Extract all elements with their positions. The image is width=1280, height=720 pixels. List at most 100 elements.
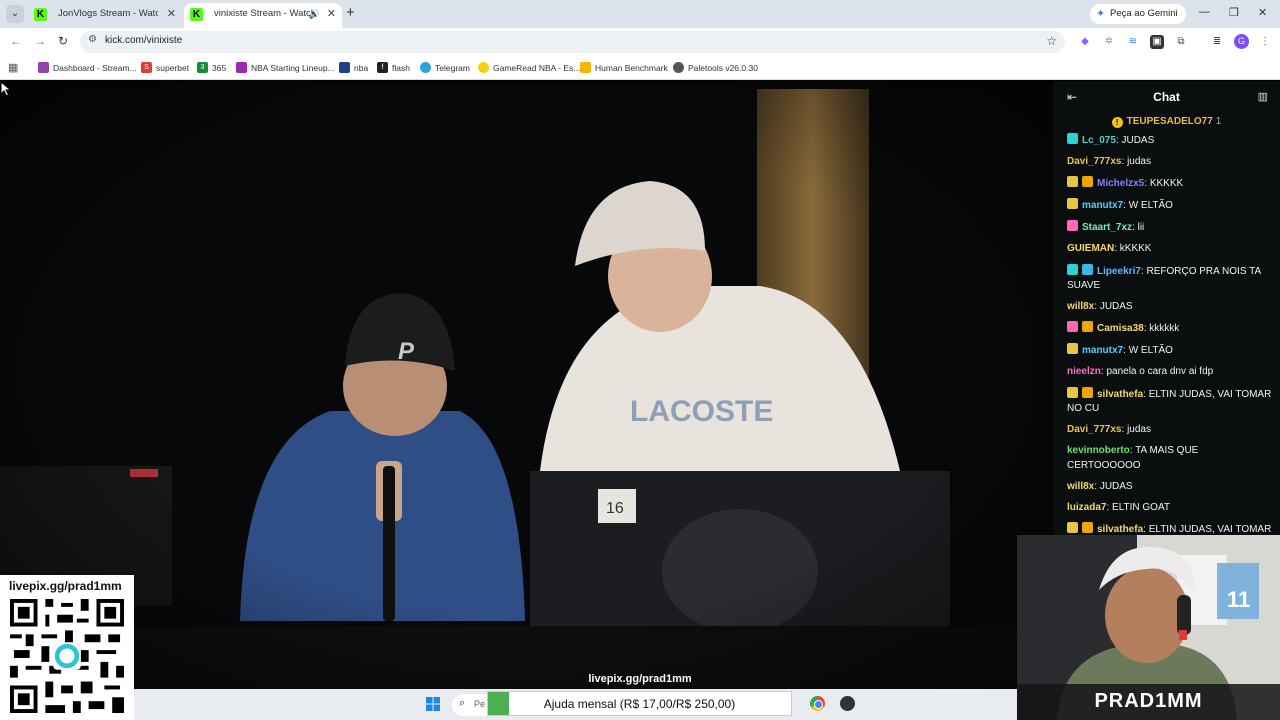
extension-box-icon[interactable]: ▣ (1150, 35, 1164, 49)
og-badge-icon[interactable] (1082, 263, 1093, 275)
chat-username[interactable]: silvathefa (1097, 524, 1143, 535)
chat-username[interactable]: Staart_7xz (1082, 222, 1132, 233)
pinned-gifter[interactable]: ! TEUPESADELO77 1 (1053, 116, 1280, 128)
chat-username[interactable]: Lc_075 (1082, 135, 1116, 146)
founder-badge-icon[interactable] (1067, 220, 1078, 232)
chat-text: W ELTÃO (1128, 345, 1173, 357)
chat-message: manutx7: W ELTÃO (1067, 343, 1273, 359)
close-icon[interactable]: ✕ (327, 3, 336, 25)
chat-username[interactable]: Camisa38 (1097, 323, 1144, 334)
profile-avatar[interactable]: G (1234, 34, 1249, 49)
bookmark-365[interactable]: 3 365 (197, 60, 226, 76)
tab-jonvlogs[interactable]: K JonVlogs Stream - Watch Live on Kick ✕ (28, 3, 182, 28)
gemini-button[interactable]: ✦ Peça ao Gemini (1090, 4, 1186, 24)
speaker-icon[interactable]: 🔊 (309, 3, 320, 25)
reload-icon[interactable]: ↻ (58, 34, 68, 48)
bookmark-superbet[interactable]: Ssuperbet (141, 60, 189, 76)
extension-wave-icon[interactable]: ≋ (1126, 35, 1140, 49)
bookmark-paletools[interactable]: Paletools v26.0.30 (673, 60, 758, 76)
bookmark-favicon-icon (38, 62, 49, 73)
back-icon[interactable]: ← (10, 34, 22, 48)
chat-users-icon[interactable]: ▥ (1258, 90, 1268, 103)
chat-username[interactable]: Davi_777xs (1067, 424, 1122, 435)
bookmark-label: superbet (156, 63, 190, 73)
chat-text: kkkkkk (1149, 323, 1180, 335)
crown-badge-icon[interactable] (1082, 522, 1093, 533)
chat-username[interactable]: silvathefa (1097, 389, 1143, 400)
qr-code-icon[interactable] (10, 599, 124, 713)
bookmark-nba-lineup[interactable]: NBA Starting Lineup... (236, 60, 335, 76)
close-icon[interactable]: ✕ (167, 3, 176, 25)
chat-username[interactable]: kevinnoberto (1067, 445, 1130, 456)
crown-badge-icon[interactable] (1082, 386, 1093, 398)
bookmark-favicon-icon (673, 62, 684, 73)
bookmark-label: flash (392, 63, 410, 73)
taskbar-search-placeholder: Pe (474, 699, 486, 709)
chat-username[interactable]: luizada7 (1067, 502, 1106, 513)
new-tab-button[interactable]: + (346, 4, 355, 21)
chat-text: panela o cara dnv ai fdp (1106, 366, 1214, 378)
subscriber-badge-icon[interactable] (1067, 198, 1078, 210)
chat-username[interactable]: Lipeekri7 (1097, 266, 1141, 277)
bookmark-nba[interactable]: nba (339, 60, 368, 76)
tab-vinixiste[interactable]: K vinixiste Stream - Watch Live on Kick … (184, 3, 342, 28)
bookmark-telegram[interactable]: Telegram (420, 60, 470, 76)
chat-username[interactable]: manutx7 (1082, 345, 1123, 356)
bookmark-favicon-icon (339, 62, 350, 73)
extensions-puzzle-icon[interactable]: ⧉ (1174, 35, 1188, 49)
minimize-button[interactable]: — (1199, 6, 1210, 18)
crown-badge-icon[interactable] (1082, 321, 1093, 333)
subscriber-badge-icon[interactable] (1067, 343, 1078, 355)
menu-kebab-icon[interactable]: ⋮ (1258, 35, 1272, 49)
restore-button[interactable]: ❐ (1229, 6, 1239, 19)
stream-overlay-url: livepix.gg/prad1mm (588, 673, 692, 685)
svg-text:11: 11 (1227, 587, 1250, 612)
bookmark-label: GameRead NBA - Es... (493, 63, 581, 73)
bookmarks-bar: ▦ Dashboard - Stream... Ssuperbet 3 365 N… (0, 56, 1280, 80)
bookmark-favicon-icon: 3 (197, 62, 208, 73)
chat-panel: ⇤ Chat ▥ ! TEUPESADELO77 1 Lc_075: JUDAS Da… (1053, 81, 1280, 550)
bookmark-gameread[interactable]: GameRead NBA - Es... (478, 60, 580, 76)
video-player[interactable]: P LACOSTE 16 (0, 81, 1053, 720)
search-icon: ⌕ (459, 697, 466, 709)
site-info-icon[interactable]: ⚙ (88, 34, 97, 45)
window-close-button[interactable]: ✕ (1258, 6, 1267, 19)
stream-scene: P LACOSTE 16 (0, 81, 1053, 720)
bookmark-favicon-icon: f (377, 62, 388, 73)
chat-username[interactable]: will8x (1067, 301, 1094, 312)
chat-username[interactable]: nieelzn (1067, 366, 1101, 377)
tab-search-button[interactable]: ⌄ (6, 5, 24, 23)
gifter-badge-icon[interactable] (1067, 133, 1078, 144)
chat-username[interactable]: GUIEMAN (1067, 243, 1114, 254)
forward-icon[interactable]: → (34, 34, 46, 48)
subscriber-badge-icon[interactable] (1067, 386, 1078, 398)
bookmark-dashboard[interactable]: Dashboard - Stream... (38, 60, 137, 76)
address-bar[interactable]: ⚙ kick.com/vinixiste ☆ (80, 31, 1065, 53)
donation-goal-text: Ajuda mensal (R$ 17,00/R$ 250,00) (543, 697, 736, 711)
subscriber-badge-icon[interactable] (1067, 176, 1078, 188)
bookmark-human-benchmark[interactable]: Human Benchmark (580, 60, 668, 76)
chat-username[interactable]: manutx7 (1082, 200, 1123, 211)
extension-icon[interactable]: ✲ (1102, 35, 1116, 49)
chat-text: judas (1127, 424, 1151, 436)
webcam-name-label: PRAD1MM (1017, 684, 1280, 720)
bookmark-star-icon[interactable]: ☆ (1046, 34, 1057, 48)
chat-username[interactable]: Michelzx5 (1097, 178, 1144, 189)
toolbar: ← → ↻ ⚙ kick.com/vinixiste ☆ ◆ ✲ ≋ ▣ ⧉ ≣… (0, 28, 1280, 56)
bookmark-label: Dashboard - Stream... (53, 63, 137, 73)
tab-strip: ⌄ K JonVlogs Stream - Watch Live on Kick… (0, 0, 1280, 28)
chat-username[interactable]: Davi_777xs (1067, 156, 1122, 167)
bookmark-favicon-icon (478, 62, 489, 73)
apps-grid-icon[interactable]: ▦ (8, 61, 18, 74)
bookmark-flash[interactable]: f flash (377, 60, 410, 76)
subscriber-badge-icon[interactable] (1067, 522, 1078, 533)
founder-badge-icon[interactable] (1067, 321, 1078, 333)
chat-username[interactable]: will8x (1067, 481, 1094, 492)
reading-list-icon[interactable]: ≣ (1210, 35, 1224, 49)
url-text: kick.com/vinixiste (105, 35, 183, 46)
kick-favicon-icon: K (34, 8, 47, 21)
extension-drop-icon[interactable]: ◆ (1078, 35, 1092, 49)
gifter-badge-icon[interactable] (1067, 263, 1078, 275)
bookmark-label: 365 (212, 63, 227, 73)
crown-badge-icon[interactable] (1082, 176, 1093, 188)
